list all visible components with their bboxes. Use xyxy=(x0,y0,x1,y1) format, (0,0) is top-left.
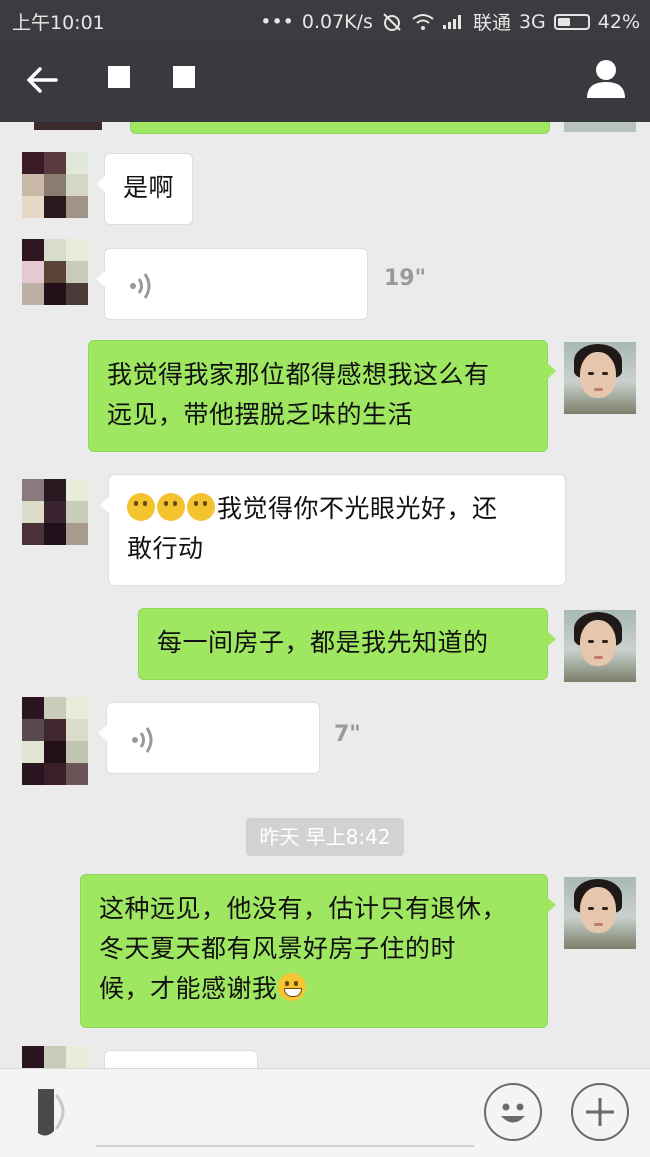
emoji-button[interactable] xyxy=(484,1083,542,1141)
message-bubble-1[interactable]: 是啊 xyxy=(95,153,194,225)
contact-avatar[interactable] xyxy=(22,697,88,785)
partial-white-bubble[interactable] xyxy=(104,1050,258,1068)
message-line: 候，才能感谢我 xyxy=(99,969,529,1009)
partial-left-avatar[interactable] xyxy=(34,122,102,130)
partial-green-bubble[interactable] xyxy=(130,122,550,134)
voice-duration: 19" xyxy=(384,266,427,291)
title-bar xyxy=(0,38,650,122)
my-avatar[interactable] xyxy=(564,610,636,682)
my-avatar[interactable] xyxy=(564,877,636,949)
input-bar xyxy=(0,1068,650,1157)
plus-icon xyxy=(586,1098,614,1126)
title-block-2 xyxy=(173,66,195,88)
voice-toggle-icon[interactable] xyxy=(32,1083,80,1141)
voice-message-2[interactable] xyxy=(98,702,320,774)
title-block-1 xyxy=(108,66,130,88)
contact-avatar[interactable] xyxy=(22,152,88,218)
message-bubble-7[interactable]: 这种远见，他没有，估计只有退休， 冬天夏天都有风景好房子住的时 候，才能感谢我 xyxy=(80,874,556,1028)
contact-avatar[interactable] xyxy=(22,239,88,305)
network-speed: 0.07K/s xyxy=(301,10,373,33)
message-text: 候，才能感谢我 xyxy=(99,974,278,1003)
status-bar: 上午10:01 ••• 0.07K/s 联通 3G 42% xyxy=(0,0,650,38)
signal-icon xyxy=(442,14,465,29)
wifi-icon xyxy=(412,13,434,30)
message-bubble-5[interactable]: 每一间房子，都是我先知道的 xyxy=(138,608,556,680)
message-line: 敢行动 xyxy=(127,534,204,563)
chat-area[interactable]: 是啊 19" 我觉得我家那位都得感想我这么有 远见，带他摆脱乏味的生活 我觉得你… xyxy=(0,122,650,1068)
plus-button[interactable] xyxy=(571,1083,629,1141)
message-line: 这种远见，他没有，估计只有退休， xyxy=(99,894,508,923)
voice-wave-icon xyxy=(132,727,153,753)
message-bubble-4[interactable]: 我觉得你不光眼光好，还 敢行动 xyxy=(100,474,566,586)
message-text: 每一间房子，都是我先知道的 xyxy=(157,628,489,657)
message-input[interactable] xyxy=(96,1083,474,1147)
status-right: ••• 0.07K/s 联通 3G 42% xyxy=(260,8,640,35)
my-avatar[interactable] xyxy=(564,342,636,414)
carrier: 联通 xyxy=(472,12,511,34)
alarm-off-icon xyxy=(383,12,401,31)
partial-avatar[interactable] xyxy=(564,122,636,132)
message-line: 远见，带他摆脱乏味的生活 xyxy=(107,400,414,429)
message-line: 冬天夏天都有风景好房子住的时 xyxy=(99,934,457,963)
message-text: 我觉得你不光眼光好，还 xyxy=(217,494,498,523)
battery-icon xyxy=(553,13,590,30)
more-dots: ••• xyxy=(260,10,294,33)
grin-emoji-icon xyxy=(277,973,306,1001)
message-line: 我觉得我家那位都得感想我这么有 xyxy=(107,360,490,389)
message-line: 我觉得你不光眼光好，还 xyxy=(127,489,547,529)
message-text: 是啊 xyxy=(123,173,175,202)
thinking-emoji-icon xyxy=(157,493,185,521)
message-timestamp: 昨天 早上8:42 xyxy=(246,818,404,856)
voice-wave-icon xyxy=(130,273,151,299)
voice-message-1[interactable] xyxy=(96,248,368,320)
contact-avatar[interactable] xyxy=(22,479,88,545)
status-time: 上午10:01 xyxy=(12,12,105,34)
thinking-emoji-icon xyxy=(187,493,215,521)
voice-duration: 7" xyxy=(334,722,361,747)
message-bubble-3[interactable]: 我觉得我家那位都得感想我这么有 远见，带他摆脱乏味的生活 xyxy=(88,340,556,452)
back-arrow-icon[interactable] xyxy=(22,62,62,98)
contact-avatar[interactable] xyxy=(22,1046,88,1068)
thinking-emoji-icon xyxy=(127,493,155,521)
person-icon[interactable] xyxy=(584,56,628,100)
network-type: 3G xyxy=(518,10,546,33)
battery-percent: 42% xyxy=(597,10,640,33)
smiley-icon xyxy=(501,1103,525,1123)
